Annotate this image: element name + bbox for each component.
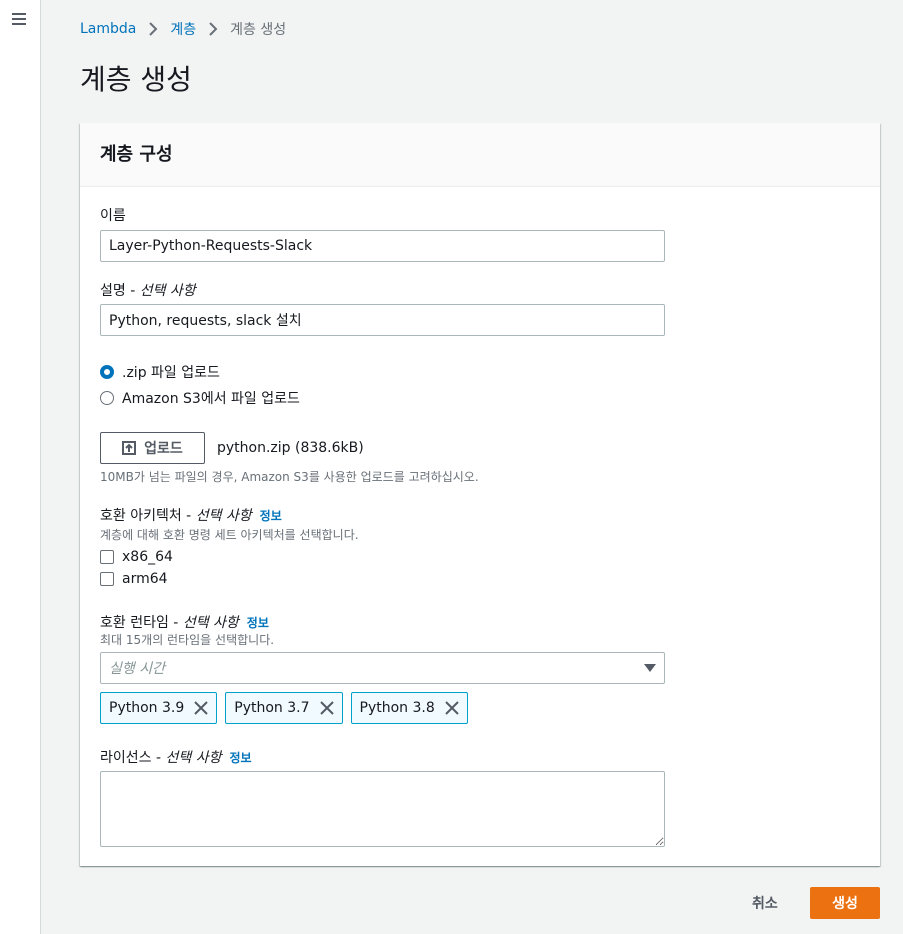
radio-button[interactable] xyxy=(100,365,114,379)
create-button[interactable]: 생성 xyxy=(810,887,880,919)
runtime-token-label: Python 3.9 xyxy=(109,700,185,716)
close-icon[interactable] xyxy=(445,701,459,715)
optional-text: 선택 사항 xyxy=(139,283,196,299)
runtime-token: Python 3.7 xyxy=(225,692,343,724)
upload-hint: 10MB가 넘는 파일의 경우, Amazon S3를 사용한 업로드를 고려하… xyxy=(100,470,479,484)
checkbox[interactable] xyxy=(100,550,114,564)
description-label-text: 설명 - xyxy=(100,283,140,299)
chevron-right-icon xyxy=(209,22,218,36)
caret-down-icon xyxy=(644,664,656,672)
radio-zip-upload[interactable]: .zip 파일 업로드 xyxy=(100,362,220,382)
runtimes-select[interactable]: 실행 시간 xyxy=(100,652,665,684)
architectures-info-link[interactable]: 정보 xyxy=(260,509,282,523)
panel-header: 계층 구성 xyxy=(80,123,880,187)
layer-configuration-panel: 계층 구성 이름 설명 - 선택 사항 .zip 파일 업로드 Amazon S… xyxy=(80,123,880,866)
checkbox-x86-64-label: x86_64 xyxy=(122,549,173,565)
license-label: 라이선스 - 선택 사항 정보 xyxy=(100,747,252,767)
radio-s3-upload-label: Amazon S3에서 파일 업로드 xyxy=(122,391,300,407)
breadcrumb-layers[interactable]: 계층 xyxy=(170,19,196,39)
upload-icon xyxy=(122,441,137,455)
description-input[interactable] xyxy=(100,304,665,336)
runtime-token: Python 3.8 xyxy=(350,692,468,724)
runtimes-info-link[interactable]: 정보 xyxy=(247,616,269,630)
panel-title: 계층 구성 xyxy=(100,144,173,165)
architectures-label-text: 호환 아키텍처 - xyxy=(100,508,196,524)
checkbox-arm64-label: arm64 xyxy=(122,571,168,587)
optional-text: 선택 사항 xyxy=(165,750,222,766)
radio-s3-upload[interactable]: Amazon S3에서 파일 업로드 xyxy=(100,388,300,408)
close-icon[interactable] xyxy=(194,701,208,715)
cancel-button[interactable]: 취소 xyxy=(752,893,778,913)
radio-zip-upload-label: .zip 파일 업로드 xyxy=(122,365,220,381)
optional-text: 선택 사항 xyxy=(182,615,239,631)
license-textarea[interactable] xyxy=(100,771,665,847)
checkbox-arm64[interactable]: arm64 xyxy=(100,571,168,587)
runtimes-hint: 최대 15개의 런타임을 선택합니다. xyxy=(100,633,275,647)
name-input[interactable] xyxy=(100,230,665,262)
runtime-token-label: Python 3.7 xyxy=(234,700,310,716)
upload-button-label: 업로드 xyxy=(144,441,183,457)
breadcrumb: Lambda 계층 계층 생성 xyxy=(80,19,286,39)
optional-text: 선택 사항 xyxy=(195,508,252,524)
breadcrumb-create-layer: 계층 생성 xyxy=(230,22,287,38)
license-info-link[interactable]: 정보 xyxy=(229,751,251,765)
architectures-label: 호환 아키텍처 - 선택 사항 정보 xyxy=(100,505,282,525)
side-navigation-rail xyxy=(0,0,41,934)
runtime-token-label: Python 3.8 xyxy=(359,700,435,716)
name-label: 이름 xyxy=(100,208,126,224)
radio-button[interactable] xyxy=(100,391,114,405)
runtimes-label-text: 호환 런타임 - xyxy=(100,615,183,631)
runtimes-label: 호환 런타임 - 선택 사항 정보 xyxy=(100,612,269,632)
checkbox[interactable] xyxy=(100,572,114,586)
license-label-text: 라이선스 - xyxy=(100,750,166,766)
hamburger-menu-icon[interactable] xyxy=(12,13,26,25)
uploaded-file-info: python.zip (838.6kB) xyxy=(217,440,364,456)
runtimes-select-placeholder: 실행 시간 xyxy=(109,661,165,677)
chevron-right-icon xyxy=(149,22,158,36)
close-icon[interactable] xyxy=(319,701,334,715)
upload-button[interactable]: 업로드 xyxy=(100,432,205,464)
selected-runtimes: Python 3.9 Python 3.7 Python 3.8 xyxy=(100,692,476,724)
breadcrumb-lambda[interactable]: Lambda xyxy=(80,21,136,37)
description-label: 설명 - 선택 사항 xyxy=(100,280,196,300)
architectures-hint: 계층에 대해 호환 명령 세트 아키텍처를 선택합니다. xyxy=(100,528,359,542)
runtime-token: Python 3.9 xyxy=(100,692,218,724)
checkbox-x86-64[interactable]: x86_64 xyxy=(100,549,173,565)
page-title: 계층 생성 xyxy=(80,63,192,96)
